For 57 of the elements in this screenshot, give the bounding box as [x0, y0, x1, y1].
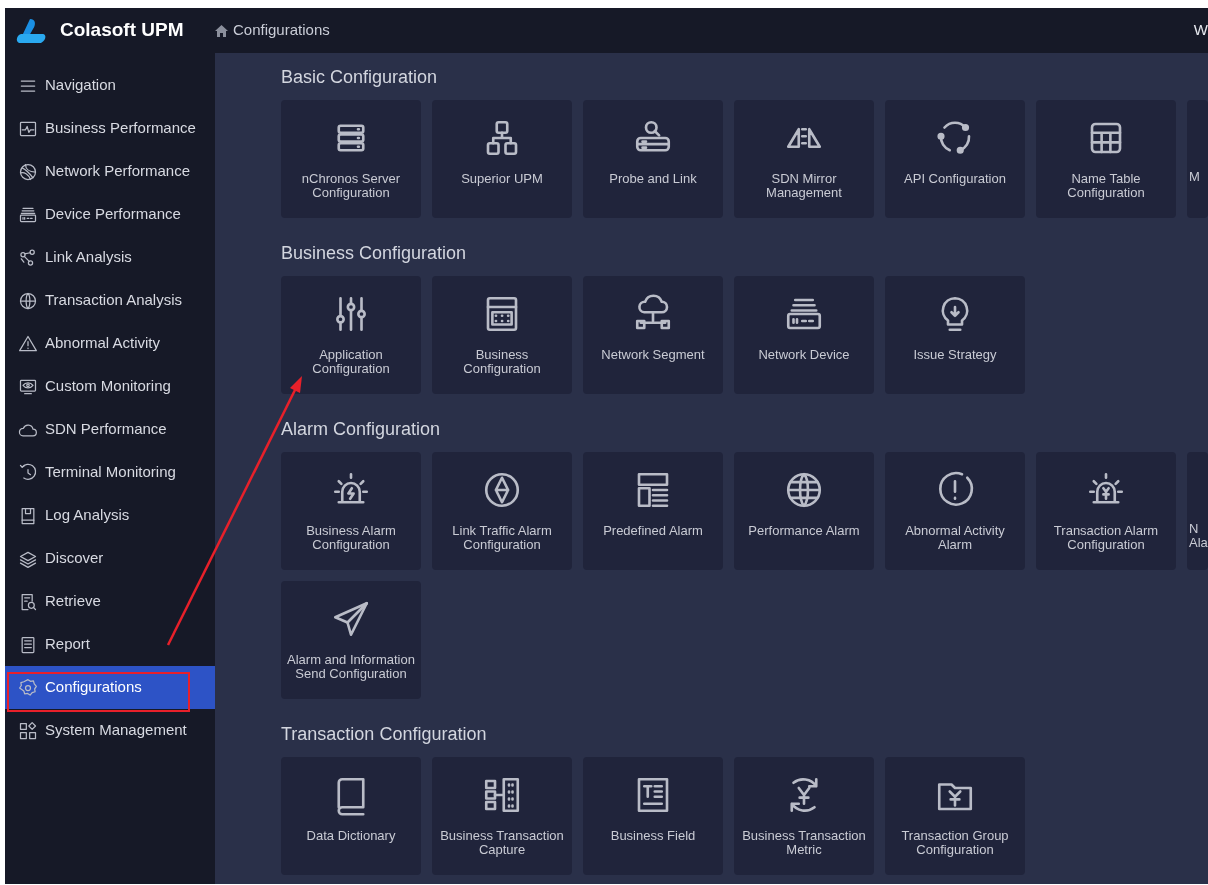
sidebar-item[interactable]: System Management — [5, 709, 215, 752]
sidebar-item[interactable]: Terminal Monitoring — [5, 451, 215, 494]
sidebar-item[interactable]: Abnormal Activity — [5, 322, 215, 365]
config-tile[interactable]: N Ala — [1187, 452, 1208, 570]
config-tile[interactable]: Link Traffic Alarm Configuration — [432, 452, 572, 570]
config-tile[interactable]: Network Segment — [583, 276, 723, 394]
config-tile[interactable]: Network Device — [734, 276, 874, 394]
sidebar-item[interactable]: SDN Performance — [5, 408, 215, 451]
logo-icon — [16, 16, 48, 45]
config-tile[interactable]: Abnormal Activity Alarm — [885, 452, 1025, 570]
config-tile[interactable]: Data Dictionary — [281, 757, 421, 875]
config-tile[interactable]: Probe and Link — [583, 100, 723, 218]
section-title: Alarm Configuration — [281, 418, 442, 441]
sidebar-item[interactable]: Navigation — [5, 64, 215, 107]
sidebar-item[interactable]: Network Performance — [5, 150, 215, 193]
sidebar-item[interactable]: Link Analysis — [5, 236, 215, 279]
config-tile[interactable]: API Configuration — [885, 100, 1025, 218]
grid-icon — [18, 720, 38, 741]
config-tile[interactable]: Superior UPM — [432, 100, 572, 218]
config-tile[interactable]: Issue Strategy — [885, 276, 1025, 394]
share-icon — [18, 247, 38, 268]
config-tile[interactable]: Performance Alarm — [734, 452, 874, 570]
warning-icon — [18, 333, 38, 354]
section-title: Business Configuration — [281, 242, 468, 265]
config-tile[interactable]: Predefined Alarm — [583, 452, 723, 570]
globe-icon — [18, 161, 38, 182]
sidebar-item[interactable]: Configurations — [5, 666, 215, 709]
section-title: Basic Configuration — [281, 66, 439, 89]
config-tile[interactable]: Business Field — [583, 757, 723, 875]
sidebar-item[interactable]: Report — [5, 623, 215, 666]
app-title: Colasoft UPM — [60, 18, 184, 43]
config-tile[interactable]: Business Configuration — [432, 276, 572, 394]
sidebar-item[interactable]: Device Performance — [5, 193, 215, 236]
config-tile[interactable]: Business Alarm Configuration — [281, 452, 421, 570]
config-tile[interactable]: Business Transaction Capture — [432, 757, 572, 875]
globe-icon — [18, 290, 38, 311]
config-tile[interactable]: Transaction Alarm Configuration — [1036, 452, 1176, 570]
config-tile[interactable]: Name Table Configuration — [1036, 100, 1176, 218]
history-icon — [18, 462, 38, 483]
gear-icon — [18, 677, 38, 698]
sidebar-item[interactable]: Custom Monitoring — [5, 365, 215, 408]
config-tile[interactable]: Alarm and Information Send Configuration — [281, 581, 421, 699]
sidebar-item[interactable]: Log Analysis — [5, 494, 215, 537]
user-name[interactable]: W — [1193, 19, 1208, 42]
config-tile[interactable]: SDN Mirror Management — [734, 100, 874, 218]
config-tile[interactable]: Application Configuration — [281, 276, 421, 394]
home-icon — [215, 24, 228, 37]
config-tile[interactable]: M — [1187, 100, 1208, 218]
section-title: Transaction Configuration — [281, 723, 488, 746]
sidebar-item[interactable]: Discover — [5, 537, 215, 580]
sidebar-item[interactable]: Retrieve — [5, 580, 215, 623]
config-tile[interactable]: Business Transaction Metric — [734, 757, 874, 875]
config-tile[interactable]: nChronos Server Configuration — [281, 100, 421, 218]
sidebar-item[interactable]: Transaction Analysis — [5, 279, 215, 322]
sidebar-item[interactable]: Business Performance — [5, 107, 215, 150]
breadcrumb: Configurations — [233, 20, 330, 41]
config-tile[interactable]: Transaction Group Configuration — [885, 757, 1025, 875]
